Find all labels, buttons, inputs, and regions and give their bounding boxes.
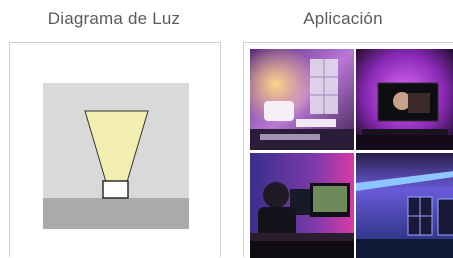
living-room-photo <box>250 49 354 150</box>
wall-led-photo <box>356 153 453 258</box>
light-diagram-heading: Diagrama de Luz <box>47 9 181 28</box>
light-diagram-panel <box>9 42 221 257</box>
gaming-desk-photo <box>250 153 354 258</box>
tv-backlight-photo <box>356 49 453 150</box>
diagram-floor <box>43 198 189 229</box>
application-heading: Aplicación <box>303 9 383 28</box>
application-photo-grid <box>243 42 453 258</box>
light-diagram-icon <box>43 83 189 229</box>
light-fixture <box>102 180 129 199</box>
